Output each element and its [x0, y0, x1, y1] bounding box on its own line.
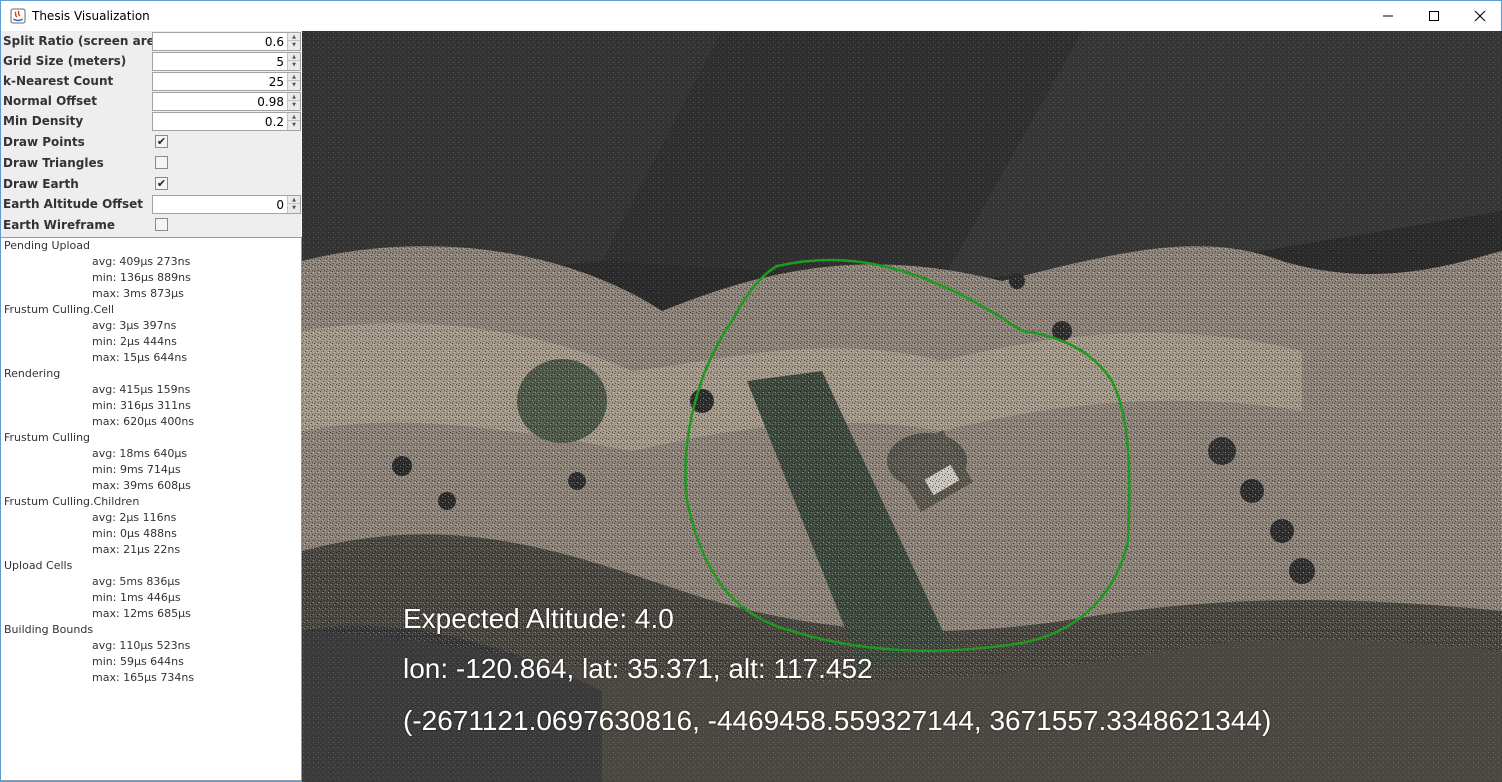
stat-min: min: 9ms 714µs [92, 463, 181, 476]
maximize-icon [1429, 11, 1439, 21]
geo-coordinates-text: lon: -120.864, lat: 35.371, alt: 117.452 [403, 653, 873, 684]
setting-normal-offset: Normal Offset 0.98 ▲ ▼ [1, 91, 301, 111]
spin-down-icon[interactable]: ▼ [288, 61, 300, 69]
app-window: Thesis Visualization Split Ratio (screen… [0, 0, 1502, 782]
setting-grid-size: Grid Size (meters) 5 ▲ ▼ [1, 51, 301, 71]
stat-min: min: 59µs 644ns [92, 655, 184, 668]
setting-earth-wireframe: Earth Wireframe [1, 215, 301, 235]
setting-draw-earth: Draw Earth ✔ [1, 174, 301, 194]
stat-group-title: Frustum Culling.Cell [4, 303, 115, 316]
stat-max: max: 165µs 734ns [92, 671, 195, 684]
stat-group-title: Pending Upload [4, 239, 91, 252]
spin-up-icon[interactable]: ▲ [288, 196, 300, 204]
stat-group-title: Building Bounds [4, 623, 94, 636]
stat-min: min: 316µs 311ns [92, 399, 191, 412]
normal-offset-value[interactable]: 0.98 [257, 95, 284, 109]
setting-earth-altitude-offset: Earth Altitude Offset 0 ▲ ▼ [1, 194, 301, 214]
close-icon [1474, 10, 1486, 22]
maximize-button[interactable] [1411, 1, 1457, 31]
spin-down-icon[interactable]: ▼ [288, 121, 300, 129]
split-ratio-spin-buttons: ▲ ▼ [287, 33, 300, 50]
stat-group-title: Frustum Culling.Children [4, 495, 140, 508]
java-app-icon [10, 8, 26, 24]
earth-altitude-offset-spin-buttons: ▲ ▼ [287, 196, 300, 213]
spin-up-icon[interactable]: ▲ [288, 53, 300, 61]
stat-max: max: 12ms 685µs [92, 607, 191, 620]
k-nearest-spinner[interactable]: 25 ▲ ▼ [152, 72, 301, 91]
expected-altitude-text: Expected Altitude: 4.0 [403, 603, 674, 634]
spin-down-icon[interactable]: ▼ [288, 81, 300, 89]
draw-triangles-checkbox[interactable] [155, 156, 168, 169]
point-cloud-viewport[interactable]: Expected Altitude: 4.0 lon: -120.864, la… [302, 31, 1502, 782]
stat-min: min: 0µs 488ns [92, 527, 177, 540]
stat-avg: avg: 5ms 836µs [92, 575, 181, 588]
minimize-button[interactable] [1365, 1, 1411, 31]
stat-avg: avg: 110µs 523ns [92, 639, 191, 652]
normal-offset-label: Normal Offset [3, 94, 98, 108]
stat-group-title: Upload Cells [4, 559, 73, 572]
earth-wireframe-checkbox[interactable] [155, 218, 168, 231]
spin-up-icon[interactable]: ▲ [288, 93, 300, 101]
min-density-spin-buttons: ▲ ▼ [287, 113, 300, 130]
spin-down-icon[interactable]: ▼ [288, 41, 300, 49]
setting-draw-points: Draw Points ✔ [1, 132, 301, 152]
grid-size-spinner[interactable]: 5 ▲ ▼ [152, 52, 301, 71]
stat-group-title: Rendering [4, 367, 61, 380]
stat-max: max: 3ms 873µs [92, 287, 184, 300]
normal-offset-spin-buttons: ▲ ▼ [287, 93, 300, 110]
setting-k-nearest: k-Nearest Count 25 ▲ ▼ [1, 71, 301, 91]
spin-down-icon[interactable]: ▼ [288, 204, 300, 212]
draw-points-checkbox[interactable]: ✔ [155, 135, 168, 148]
ecef-coordinates-text: (-2671121.0697630816, -4469458.559327144… [403, 705, 1272, 736]
normal-offset-spinner[interactable]: 0.98 ▲ ▼ [152, 92, 301, 111]
split-ratio-value[interactable]: 0.6 [265, 35, 284, 49]
timing-stats-panel: Pending Upload avg: 409µs 273ns min: 136… [1, 237, 302, 781]
setting-min-density: Min Density 0.2 ▲ ▼ [1, 111, 301, 131]
min-density-label: Min Density [3, 114, 84, 128]
earth-wireframe-label: Earth Wireframe [3, 218, 115, 232]
earth-altitude-offset-spinner[interactable]: 0 ▲ ▼ [152, 195, 301, 214]
stat-min: min: 136µs 889ns [92, 271, 191, 284]
draw-points-label: Draw Points [3, 135, 85, 149]
stat-group-title: Frustum Culling [4, 431, 91, 444]
stat-max: max: 39ms 608µs [92, 479, 191, 492]
spin-up-icon[interactable]: ▲ [288, 33, 300, 41]
settings-panel: Split Ratio (screen area) 0.6 ▲ ▼ Grid S… [1, 31, 301, 237]
split-ratio-label: Split Ratio (screen area) [3, 34, 169, 48]
k-nearest-label: k-Nearest Count [3, 74, 114, 88]
split-ratio-spinner[interactable]: 0.6 ▲ ▼ [152, 32, 301, 51]
setting-draw-triangles: Draw Triangles [1, 153, 301, 173]
grid-size-label: Grid Size (meters) [3, 54, 127, 68]
setting-split-ratio: Split Ratio (screen area) 0.6 ▲ ▼ [1, 31, 301, 51]
window-title: Thesis Visualization [32, 9, 150, 23]
k-nearest-value[interactable]: 25 [269, 75, 284, 89]
stat-avg: avg: 415µs 159ns [92, 383, 191, 396]
stat-avg: avg: 3µs 397ns [92, 319, 177, 332]
stat-min: min: 1ms 446µs [92, 591, 181, 604]
min-density-value[interactable]: 0.2 [265, 115, 284, 129]
spin-up-icon[interactable]: ▲ [288, 113, 300, 121]
min-density-spinner[interactable]: 0.2 ▲ ▼ [152, 112, 301, 131]
stat-max: max: 21µs 22ns [92, 543, 181, 556]
minimize-icon [1383, 15, 1393, 17]
draw-triangles-label: Draw Triangles [3, 156, 104, 170]
close-button[interactable] [1457, 1, 1502, 31]
stat-max: max: 620µs 400ns [92, 415, 195, 428]
stat-avg: avg: 18ms 640µs [92, 447, 188, 460]
earth-altitude-offset-label: Earth Altitude Offset [3, 197, 144, 211]
grid-size-value[interactable]: 5 [276, 55, 284, 69]
stat-min: min: 2µs 444ns [92, 335, 177, 348]
earth-altitude-offset-value[interactable]: 0 [276, 198, 284, 212]
draw-earth-checkbox[interactable]: ✔ [155, 177, 168, 190]
stat-avg: avg: 2µs 116ns [92, 511, 177, 524]
stat-avg: avg: 409µs 273ns [92, 255, 191, 268]
draw-earth-label: Draw Earth [3, 177, 79, 191]
spin-up-icon[interactable]: ▲ [288, 73, 300, 81]
grid-size-spin-buttons: ▲ ▼ [287, 53, 300, 70]
title-bar: Thesis Visualization [1, 1, 1501, 31]
k-nearest-spin-buttons: ▲ ▼ [287, 73, 300, 90]
stat-max: max: 15µs 644ns [92, 351, 188, 364]
spin-down-icon[interactable]: ▼ [288, 101, 300, 109]
